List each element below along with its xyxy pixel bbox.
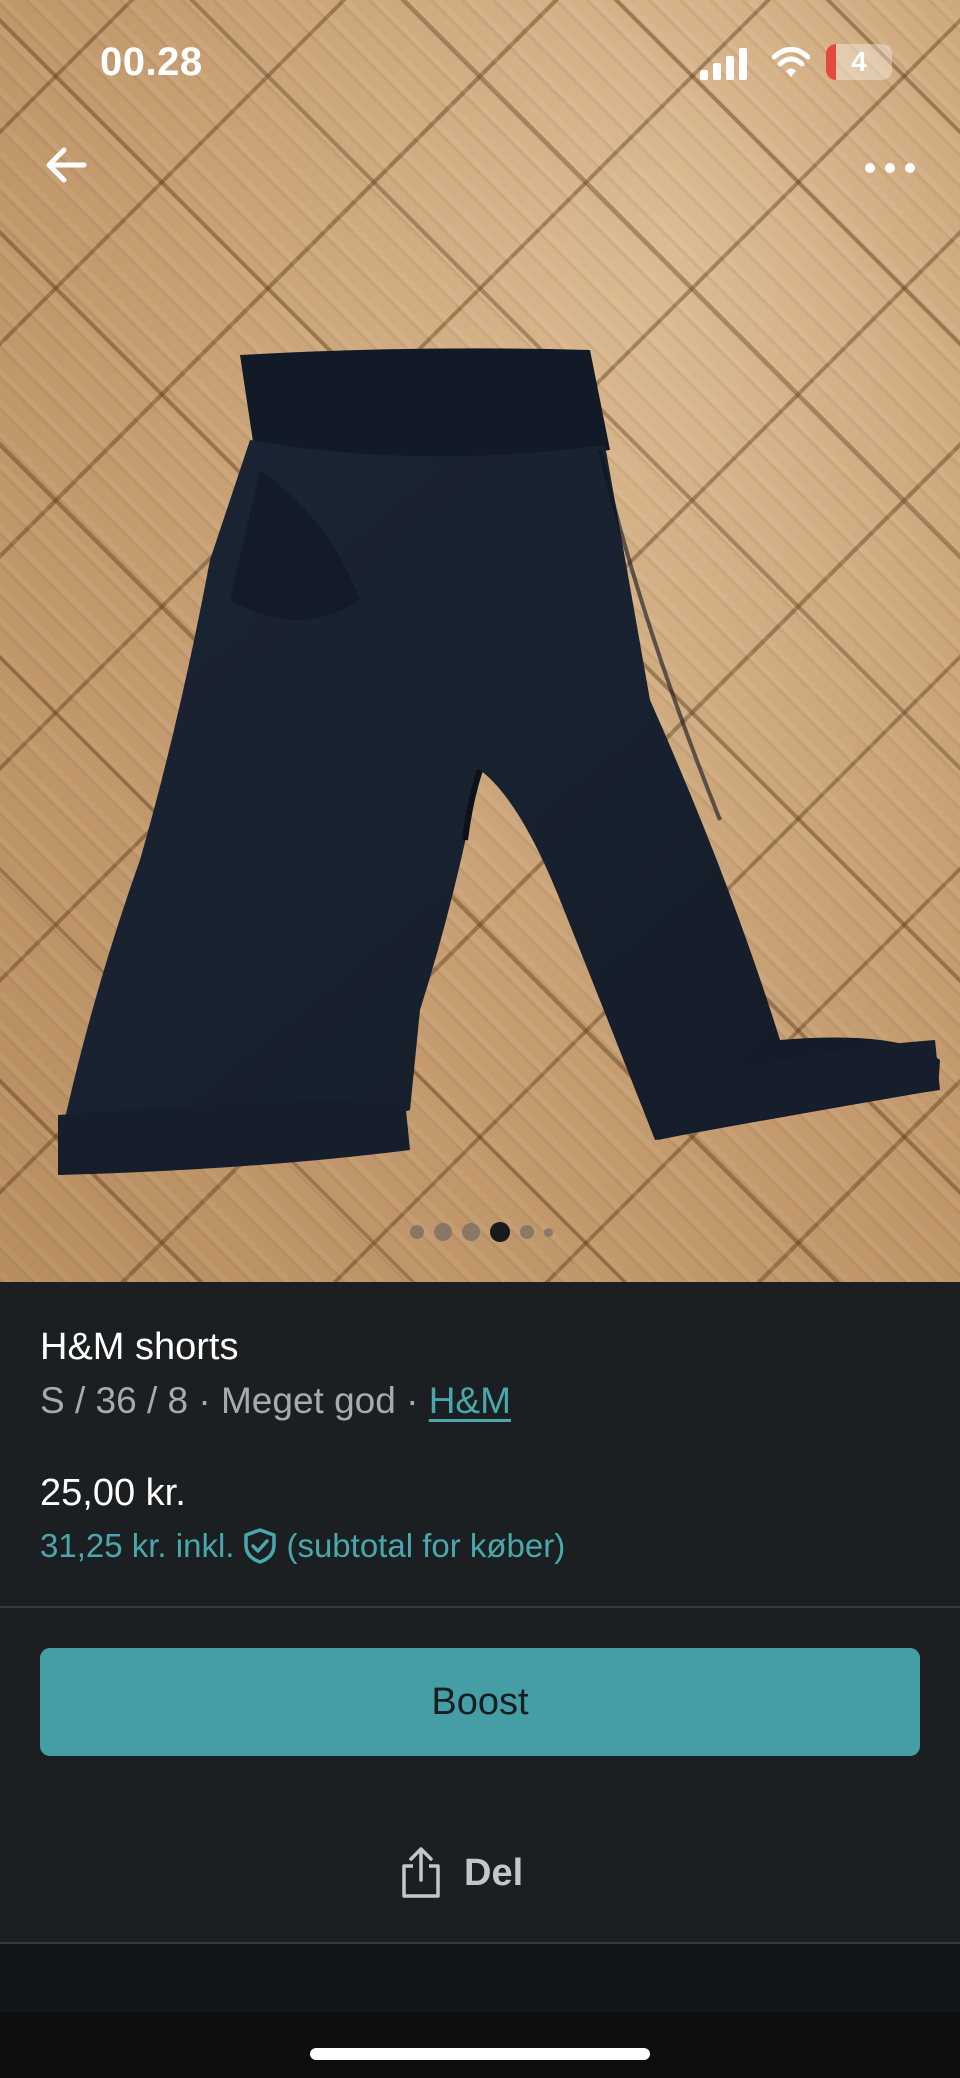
home-indicator[interactable] (310, 2048, 650, 2060)
brand-link[interactable]: H&M (429, 1380, 511, 1421)
shorts-image (58, 348, 940, 1175)
page-dot-active[interactable] (490, 1222, 510, 1242)
page-dot[interactable] (462, 1223, 480, 1241)
divider (0, 1606, 960, 1608)
buyer-price-info[interactable]: 31,25 kr. inkl. (subtotal for køber) (40, 1527, 565, 1565)
item-photo[interactable]: 00.28 4 (0, 0, 960, 1282)
shield-check-icon (244, 1528, 277, 1564)
wifi-icon (772, 47, 810, 77)
page-dot[interactable] (410, 1225, 424, 1239)
arrow-left-icon (46, 147, 87, 183)
boost-button[interactable]: Boost (40, 1648, 920, 1756)
page-dot[interactable] (434, 1223, 452, 1241)
battery-level: 4 (851, 46, 867, 77)
more-options-button[interactable] (860, 150, 924, 186)
status-bar: 00.28 4 (0, 0, 960, 120)
size-condition: S / 36 / 8 · Meget god · (40, 1380, 429, 1421)
share-icon (402, 1847, 440, 1898)
more-horizontal-icon (865, 163, 915, 173)
buyer-price-note: (subtotal for køber) (286, 1527, 566, 1564)
listing-price: 25,00 kr. (40, 1472, 186, 1514)
gallery-page-indicator (410, 1222, 553, 1242)
share-button[interactable]: Del (400, 1838, 523, 1908)
clock: 00.28 (100, 40, 203, 84)
share-label: Del (464, 1851, 524, 1894)
page-dot[interactable] (520, 1225, 534, 1239)
listing-details: S / 36 / 8 · Meget god · H&M (40, 1380, 511, 1422)
signal-icon (700, 48, 747, 80)
listing-title: H&M shorts (40, 1326, 239, 1368)
battery-icon: 4 (826, 44, 892, 80)
back-button[interactable] (40, 140, 100, 190)
page-dot[interactable] (544, 1227, 553, 1237)
buyer-price: 31,25 kr. inkl. (40, 1527, 235, 1564)
